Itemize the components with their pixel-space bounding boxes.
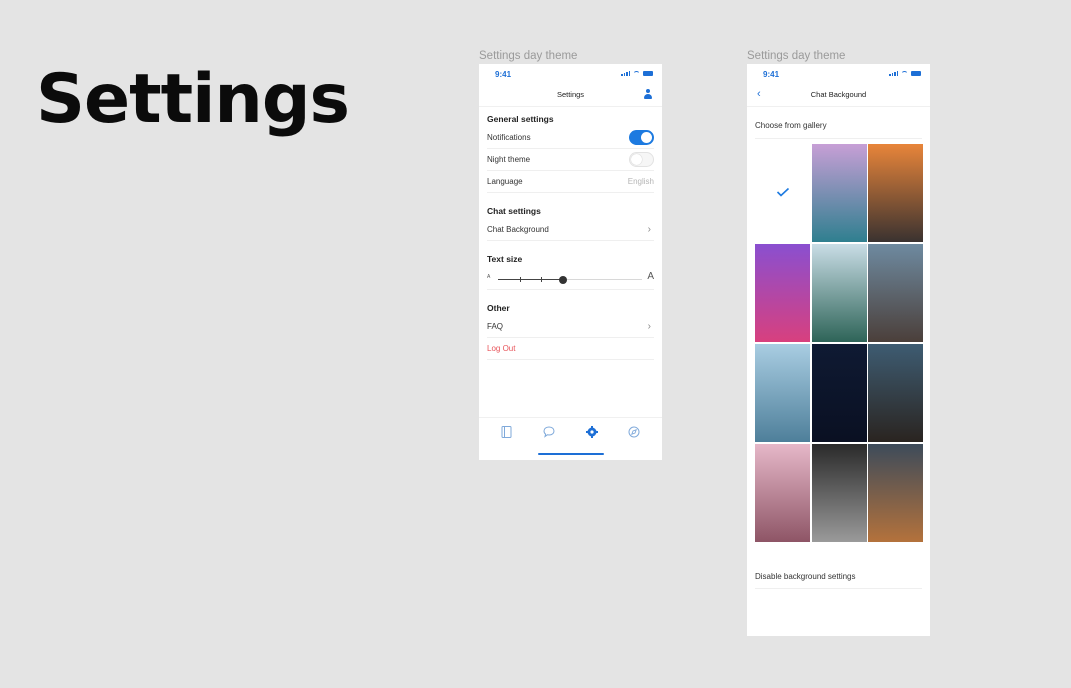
frame-label-background: Settings day theme (747, 50, 846, 62)
wallpaper-hill-sunset[interactable] (868, 144, 923, 242)
profile-icon[interactable] (644, 89, 652, 100)
wallpaper-cherry-blossom[interactable] (755, 444, 810, 542)
chat-background-label: Chat Background (487, 225, 549, 234)
frame-label-settings: Settings day theme (479, 50, 578, 62)
large-text-glyph: A (647, 271, 654, 282)
wallpaper-river-delta[interactable] (868, 444, 923, 542)
faq-row[interactable]: FAQ › (487, 316, 654, 338)
language-row[interactable]: Language English (487, 171, 654, 193)
status-icons (621, 71, 653, 76)
tab-bar (479, 417, 662, 460)
wallpaper-palm-purple-sky[interactable] (755, 244, 810, 342)
chat-background-row[interactable]: Chat Background › (487, 219, 654, 241)
general-settings-heading: General settings (487, 114, 554, 124)
wallpaper-waterfall[interactable] (811, 444, 867, 542)
nav-bar: ‹ Chat Backgound (747, 84, 930, 107)
wifi-icon (633, 71, 640, 76)
wallpaper-mountain-lake[interactable] (811, 244, 867, 342)
battery-icon (911, 71, 921, 76)
book-icon[interactable] (499, 424, 515, 440)
logout-button[interactable]: Log Out (487, 338, 654, 360)
notifications-toggle[interactable] (629, 130, 654, 145)
wallpaper-night-moon[interactable] (811, 344, 867, 442)
chat-bubble-icon[interactable] (541, 424, 557, 440)
chat-background-screen: 9:41 ‹ Chat Backgound Choose from galler… (747, 64, 930, 636)
status-icons (889, 71, 921, 76)
status-bar: 9:41 (747, 64, 930, 84)
status-time: 9:41 (495, 70, 512, 79)
other-heading: Other (487, 303, 510, 313)
wallpaper-skyscraper[interactable] (868, 344, 923, 442)
checkmark-icon (776, 187, 790, 197)
compass-icon[interactable] (626, 424, 642, 440)
small-text-glyph: A (487, 274, 491, 280)
home-indicator (538, 453, 604, 455)
nav-title: Settings (556, 90, 585, 99)
page-title: Settings (36, 60, 350, 139)
night-theme-toggle[interactable] (629, 152, 654, 167)
slider-tick (519, 277, 521, 282)
slider-tick (541, 277, 543, 282)
battery-icon (643, 71, 653, 76)
chevron-right-icon: › (647, 224, 651, 235)
slider-track[interactable] (498, 275, 642, 284)
chat-settings-heading: Chat settings (487, 206, 541, 216)
signal-icon (889, 71, 898, 76)
wifi-icon (901, 71, 908, 76)
status-time: 9:41 (763, 70, 780, 79)
slider-fill (498, 279, 563, 280)
language-label: Language (487, 177, 523, 186)
nav-bar: Settings (479, 84, 662, 107)
wallpaper-grid (755, 144, 923, 542)
choose-from-gallery-button[interactable]: Choose from gallery (755, 107, 922, 139)
text-size-heading: Text size (487, 254, 523, 264)
settings-screen: 9:41 Settings General settings Notificat… (479, 64, 662, 460)
text-size-slider[interactable]: A A (487, 267, 654, 290)
faq-label: FAQ (487, 322, 504, 331)
notifications-label: Notifications (487, 133, 531, 142)
night-theme-row: Night theme (487, 149, 654, 171)
chevron-right-icon: › (647, 321, 651, 332)
wallpaper-selected-blank[interactable] (755, 144, 810, 242)
wallpaper-palm-blue-sky[interactable] (755, 344, 810, 442)
nav-title: Chat Backgound (810, 90, 867, 99)
wallpaper-ocean-sunset[interactable] (811, 144, 867, 242)
disable-background-button[interactable]: Disable background settings (755, 568, 922, 589)
wallpaper-canyon-road[interactable] (868, 244, 923, 342)
gear-icon[interactable] (584, 424, 600, 440)
language-value: English (627, 177, 654, 186)
night-theme-label: Night theme (487, 155, 531, 164)
slider-thumb[interactable] (558, 275, 567, 284)
logout-label: Log Out (487, 344, 516, 353)
signal-icon (621, 71, 630, 76)
notifications-row: Notifications (487, 127, 654, 149)
status-bar: 9:41 (479, 64, 662, 84)
